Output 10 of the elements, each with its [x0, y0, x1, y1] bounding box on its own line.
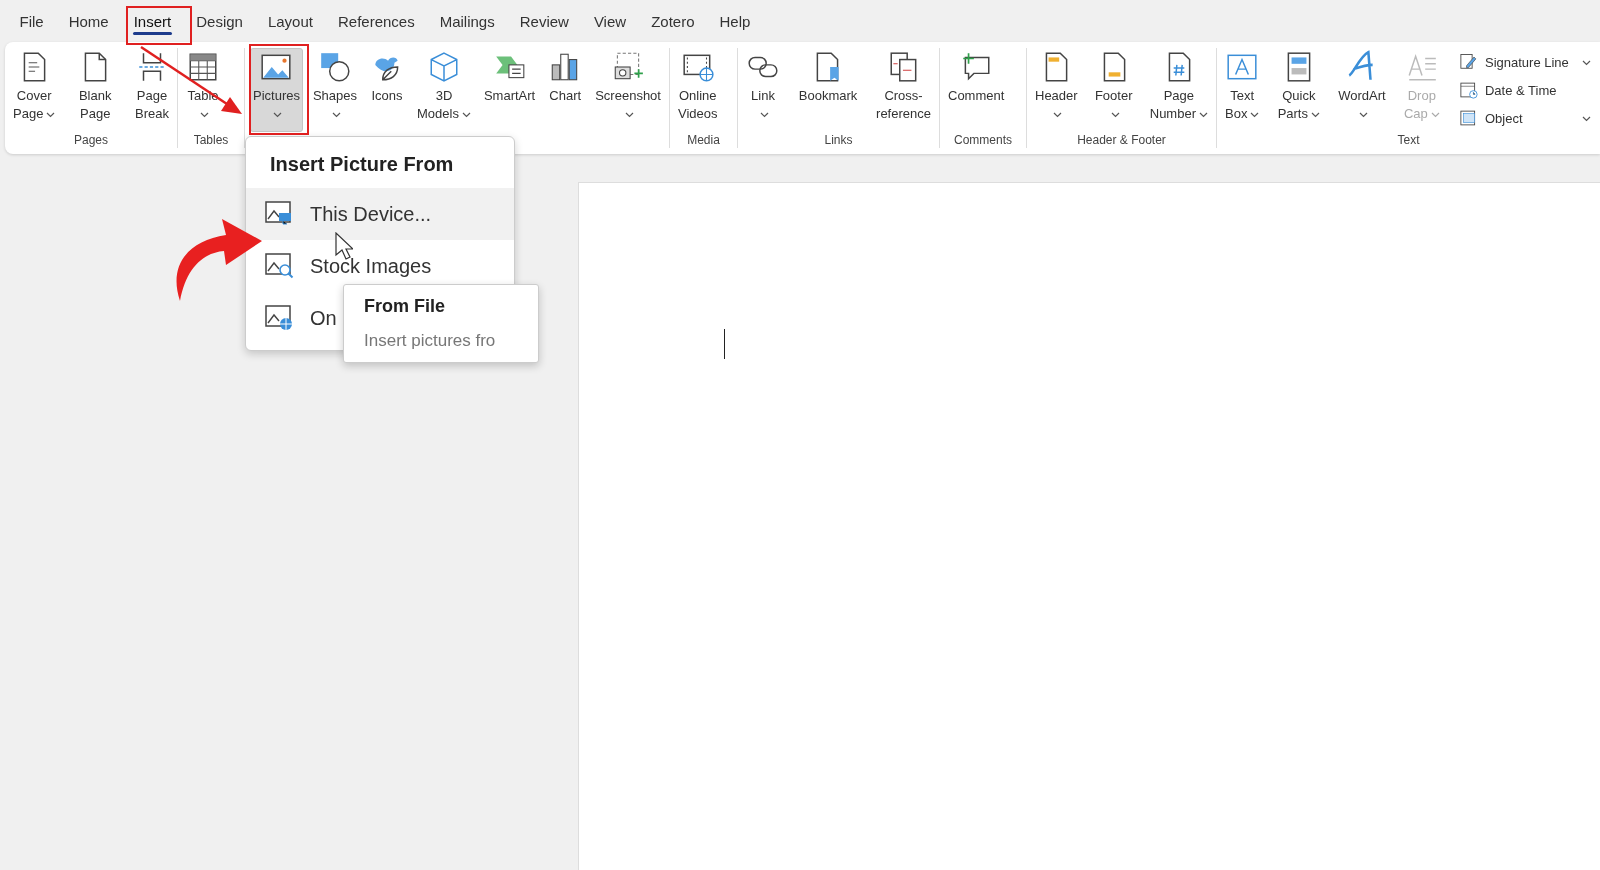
group-label: Text: [1397, 133, 1420, 147]
tooltip-text: Insert pictures fro: [363, 330, 497, 352]
group-label: Links: [824, 133, 853, 147]
group-label: Media: [687, 133, 720, 147]
group-label: Pages: [74, 133, 108, 147]
tooltip-title: From File: [363, 295, 446, 318]
group-label: Header & Footer: [1077, 133, 1166, 147]
group-label: Comments: [954, 133, 1012, 147]
group-label: Tables: [193, 133, 229, 147]
menu-title: Insert Picture From: [269, 152, 455, 177]
